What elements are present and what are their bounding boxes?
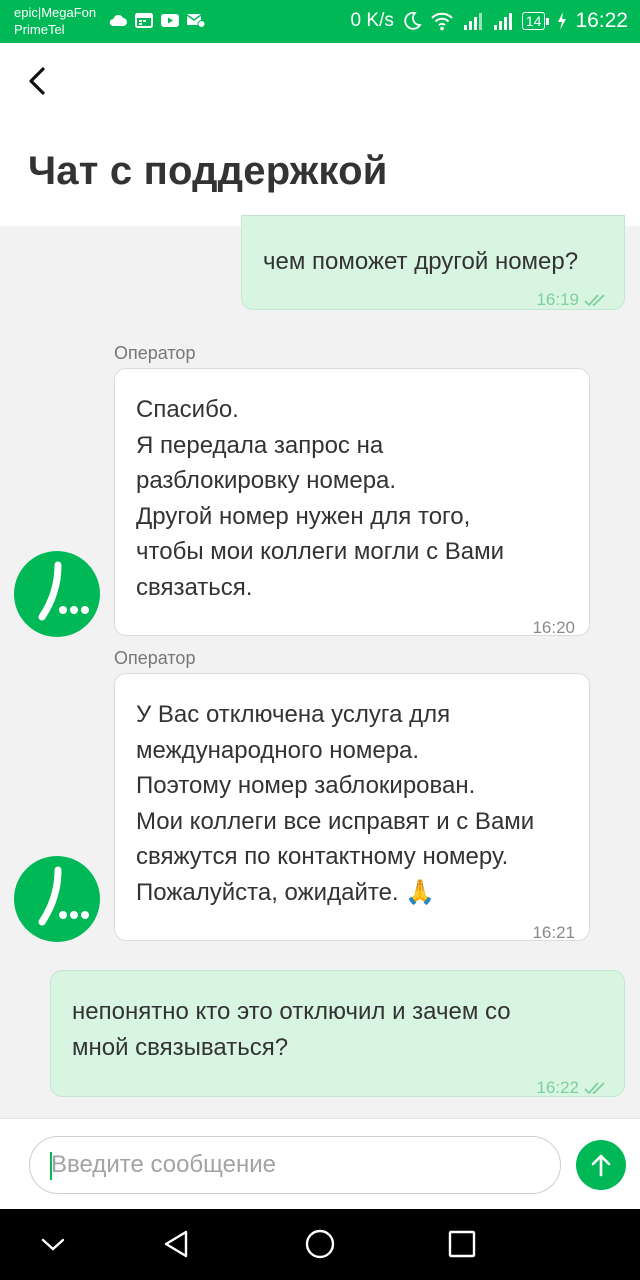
text-caret [50,1152,52,1180]
battery-level: 14 [521,12,546,30]
arrow-left-icon [29,67,45,95]
signal-icon-1 [463,13,482,30]
clock: 16:22 [575,9,628,32]
message-outgoing: непонятно кто это отключил и зачем со мн… [50,970,625,1097]
message-incoming: У Вас отключена услуга для международног… [114,673,590,942]
megafon-logo-icon [38,866,89,926]
message-time: 16:22 [536,1078,579,1097]
message-time: 16:19 [536,290,579,309]
network-speed: 0 K/s [350,10,394,31]
moon-icon [404,11,422,30]
carrier-line-1: epic|MegaFon [14,5,97,20]
circle-home-icon [305,1229,335,1259]
nav-recent-button[interactable] [444,1226,480,1262]
notification-icons [108,11,206,29]
message-input[interactable] [29,1136,561,1194]
composer [0,1118,640,1209]
send-button[interactable] [576,1140,626,1190]
message-text: непонятно кто это отключил и зачем со мн… [72,998,511,1061]
youtube-icon [161,14,179,27]
triangle-back-icon [164,1230,188,1258]
back-button[interactable] [20,63,56,99]
system-nav-bar [0,1209,640,1280]
status-right: 0 K/s 14 16:22 [351,9,628,33]
carrier-line-2: PrimeTel [14,22,65,37]
signal-icon-2 [493,13,512,30]
message-meta: 16:22 [536,1070,608,1106]
message-time: 16:20 [532,618,575,637]
page-title: Чат с поддержкой [28,149,388,193]
message-text: чем поможет другой номер? [263,248,579,275]
carrier-name: epic|MegaFon PrimeTel [14,4,96,38]
cloud-icon [109,14,127,26]
charging-icon [558,12,567,30]
megafon-logo-icon [38,561,89,621]
sender-name: Оператор [114,343,196,363]
mail-settings-icon [186,14,206,28]
message-time: 16:21 [532,923,575,942]
message-meta: 16:19 [536,282,608,318]
double-check-icon [584,1082,605,1095]
chevron-down-icon [41,1238,65,1251]
operator-avatar [14,856,100,942]
message-outgoing: чем поможет другой номер? 16:19 [241,215,625,310]
message-text: У Вас отключена услуга для международног… [136,701,535,906]
calendar-icon [135,13,153,28]
nav-back-button[interactable] [159,1226,195,1262]
nav-home-button[interactable] [302,1226,338,1262]
arrow-up-icon [591,1154,611,1177]
nav-hide-keyboard-button[interactable] [35,1226,71,1262]
status-bar: epic|MegaFon PrimeTel 0 K/s 14 16:22 [0,0,640,43]
message-text: Спасибо. Я передала запрос на разблокиро… [136,396,505,601]
wifi-icon [431,12,453,31]
double-check-icon [584,294,605,307]
message-incoming: Спасибо. Я передала запрос на разблокиро… [114,368,590,637]
operator-avatar [14,551,100,637]
header: Чат с поддержкой [0,43,640,226]
square-recent-icon [448,1230,476,1258]
battery-icon: 14 [521,12,550,30]
sender-name: Оператор [114,648,196,668]
